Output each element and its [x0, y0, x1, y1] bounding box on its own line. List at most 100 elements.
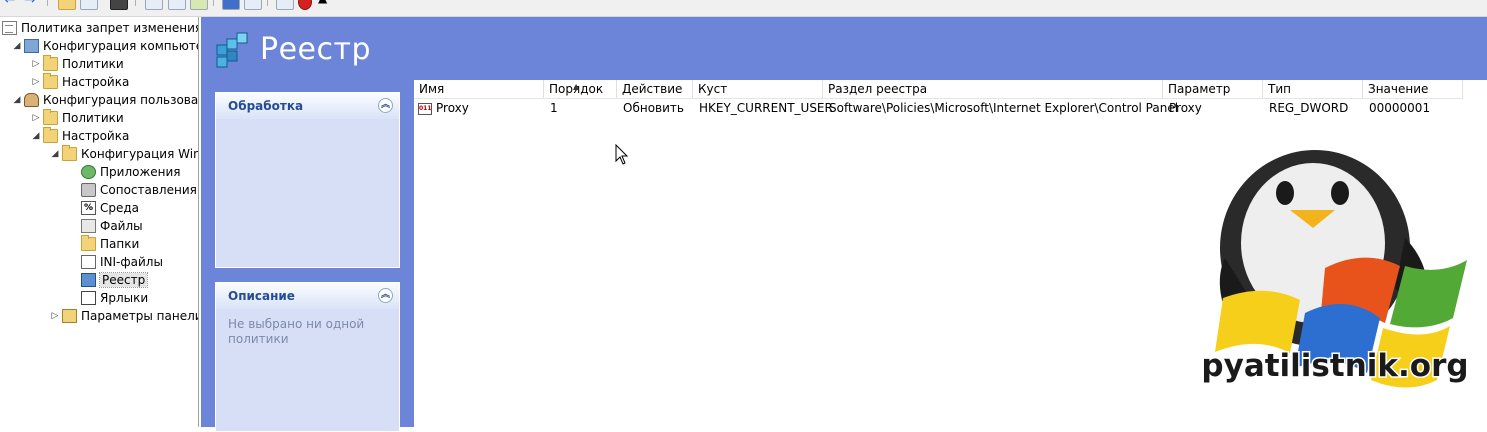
collapsed-arrow-icon[interactable]: ▷: [48, 311, 62, 321]
action-icon[interactable]: [244, 0, 262, 10]
column-header-hive[interactable]: Куст: [693, 80, 823, 99]
cell-name: Proxy: [436, 101, 469, 115]
expanded-arrow-icon[interactable]: ◢: [29, 131, 43, 141]
control-panel-icon: [62, 309, 77, 323]
cell-value: 00000001: [1369, 101, 1431, 115]
tree-item-computer-policies[interactable]: ▷ Политики: [29, 55, 124, 73]
applications-icon: [81, 165, 96, 179]
tree-item-user-preferences[interactable]: ◢ Настройка: [29, 127, 129, 145]
toolbar-separator: [213, 0, 214, 6]
description-panel: Описание ︽ Не выбрано ни одной политики: [215, 282, 400, 432]
tree-root[interactable]: Политика запрет изменения п: [2, 19, 198, 37]
environment-icon: %: [81, 201, 96, 215]
folders-icon: [81, 235, 96, 251]
tree-item-label: Конфигурация компьютер: [43, 39, 199, 53]
shortcuts-icon: [81, 291, 96, 305]
expanded-arrow-icon[interactable]: ◢: [10, 41, 24, 51]
tree-item-user-policies[interactable]: ▷ Политики: [29, 109, 124, 127]
sort-ascending-icon: ▲: [573, 82, 580, 91]
folder-icon: [43, 73, 58, 89]
collapsed-arrow-icon[interactable]: ▷: [29, 59, 43, 69]
column-header-key[interactable]: Раздел реестра: [823, 80, 1163, 99]
toolbar-separator: [267, 0, 268, 6]
folder-icon: [43, 109, 58, 125]
tree-item-label: Файлы: [100, 219, 143, 233]
tree-item-label: INI-файлы: [100, 255, 163, 269]
tree-item-applications[interactable]: Приложения: [81, 163, 181, 181]
back-icon[interactable]: ←: [4, 0, 22, 8]
up-arrow-icon[interactable]: ▲: [318, 0, 336, 7]
cell-type: REG_DWORD: [1269, 101, 1349, 115]
cell-key: Software\Policies\Microsoft\Internet Exp…: [829, 101, 1179, 115]
tree-item-label: Ярлыки: [100, 291, 149, 305]
tree-item-label: Сопоставления ,: [100, 183, 199, 197]
tree-item-label: Среда: [100, 201, 140, 215]
tree-item-label: Настройка: [62, 129, 130, 143]
registry-icon: [81, 273, 96, 287]
column-header-type[interactable]: Тип: [1263, 80, 1363, 99]
help-icon[interactable]: [222, 0, 240, 10]
registry-value-icon: 011: [418, 103, 432, 115]
print-icon[interactable]: [110, 0, 128, 10]
tree-item-label: Параметры панели: [81, 309, 199, 323]
watermark-logo: pyatilistnik.org: [1200, 150, 1470, 388]
description-panel-header[interactable]: Описание ︽: [216, 283, 399, 309]
registry-header-icon: [216, 32, 248, 68]
expanded-arrow-icon[interactable]: ◢: [48, 149, 62, 159]
column-header-name[interactable]: Имя: [414, 80, 544, 99]
watermark-text: pyatilistnik.org: [1201, 348, 1468, 384]
tree-item-environment[interactable]: % Среда: [81, 199, 139, 217]
user-config-icon: [24, 93, 39, 107]
view-icon[interactable]: [80, 0, 98, 10]
files-icon: [81, 219, 96, 233]
column-header-action[interactable]: Действие: [617, 80, 693, 99]
tree-item-windows-config[interactable]: ◢ Конфигурация Winc: [48, 145, 199, 163]
forward-icon[interactable]: →: [24, 0, 42, 8]
computer-config-icon: [24, 39, 39, 53]
cell-order: 1: [550, 101, 558, 115]
processing-panel: Обработка ︽: [215, 92, 400, 268]
refresh-icon[interactable]: [145, 0, 163, 10]
export-icon[interactable]: [168, 0, 186, 10]
policy-document-icon: [2, 21, 17, 35]
stop-icon[interactable]: [298, 0, 312, 10]
expanded-arrow-icon[interactable]: ◢: [10, 95, 24, 105]
column-header-order[interactable]: ▲ Порядок: [544, 80, 617, 99]
collapsed-arrow-icon[interactable]: ▷: [29, 113, 43, 123]
folder-icon: [43, 55, 58, 71]
tree-item-registry[interactable]: Реестр: [81, 271, 149, 289]
cell-parameter: Proxy: [1169, 101, 1202, 115]
cell-action: Обновить: [623, 101, 684, 115]
tree-item-user-config[interactable]: ◢ Конфигурация пользовате: [10, 91, 199, 109]
tree-item-label: Конфигурация Winc: [81, 147, 199, 161]
new-item-icon[interactable]: [276, 0, 294, 10]
tree-item-computer-preferences[interactable]: ▷ Настройка: [29, 73, 129, 91]
properties-icon[interactable]: [190, 0, 208, 10]
description-line: Не выбрано ни одной: [228, 317, 365, 331]
tree-item-files[interactable]: Файлы: [81, 217, 143, 235]
tree-item-label: Приложения: [100, 165, 181, 179]
collapse-chevron-icon[interactable]: ︽: [378, 288, 393, 303]
tree-item-label: Конфигурация пользовате: [43, 93, 199, 107]
column-header-parameter[interactable]: Параметр: [1163, 80, 1263, 99]
drive-maps-icon: [81, 183, 96, 197]
tree-item-shortcuts[interactable]: Ярлыки: [81, 289, 148, 307]
tree-item-computer-config[interactable]: ◢ Конфигурация компьютер: [10, 37, 199, 55]
tree-item-control-panel[interactable]: ▷ Параметры панели: [48, 307, 199, 325]
tree-item-label: Настройка: [62, 75, 130, 89]
tree-item-label: Папки: [100, 237, 140, 251]
ini-files-icon: [81, 255, 96, 269]
folder-icon[interactable]: [58, 0, 76, 10]
column-header-value[interactable]: Значение: [1363, 80, 1463, 99]
tree-item-folders[interactable]: Папки: [81, 235, 139, 253]
page-title: Реестр: [260, 32, 372, 67]
tree-item-ini-files[interactable]: INI-файлы: [81, 253, 163, 271]
processing-panel-title: Обработка: [228, 99, 304, 113]
tree-item-drive-maps[interactable]: Сопоставления ,: [81, 181, 199, 199]
collapsed-arrow-icon[interactable]: ▷: [29, 77, 43, 87]
folder-icon: [62, 145, 77, 161]
toolbar-separator: [135, 0, 136, 6]
collapse-chevron-icon[interactable]: ︽: [378, 98, 393, 113]
processing-panel-header[interactable]: Обработка ︽: [216, 93, 399, 119]
folder-icon: [43, 127, 58, 143]
